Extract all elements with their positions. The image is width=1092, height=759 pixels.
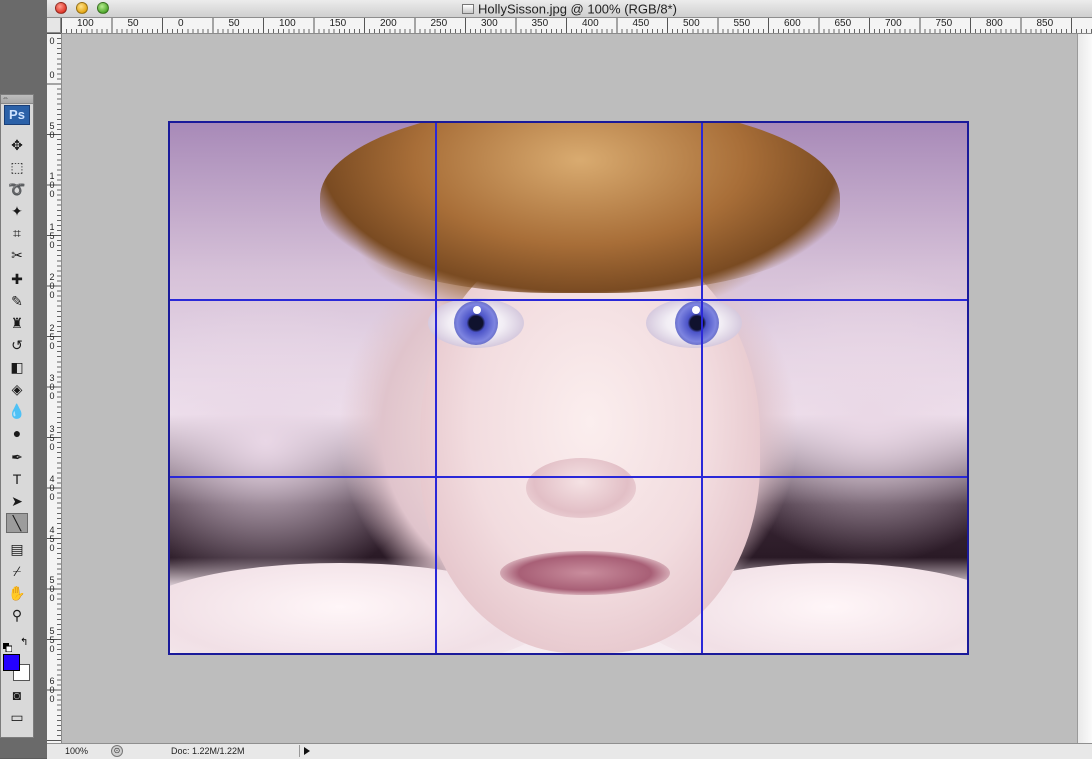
path-selection-tool-icon[interactable]: ➤ <box>6 491 28 511</box>
pen-tool-icon[interactable]: ✒ <box>6 447 28 467</box>
ruler-v-label: 150 <box>49 221 55 250</box>
ruler-h-label: 700 <box>885 18 902 29</box>
slice-tool-icon[interactable]: ✂ <box>6 245 28 265</box>
ruler-h-label: 150 <box>329 18 347 29</box>
screen-mode-tool-icon[interactable]: ▭ <box>6 707 28 727</box>
ruler-v-label: 450 <box>49 524 55 553</box>
ruler-v-label: 0 <box>49 36 55 46</box>
ruler-h-label: 250 <box>430 18 448 29</box>
lasso-tool-icon[interactable]: ➰ <box>6 179 28 199</box>
document-size-info: Doc: 1.22M/1.22M <box>171 746 245 756</box>
ruler-v-label: 0 <box>49 70 55 80</box>
canvas-area[interactable] <box>62 34 1077 743</box>
status-menu-arrow-icon[interactable] <box>299 745 312 757</box>
marquee-tool-icon[interactable]: ⬚ <box>6 157 28 177</box>
photoshop-logo[interactable]: Ps <box>4 105 30 125</box>
horizontal-ruler[interactable]: 100 50 0 50 100 150 200 250 300 350 400 450 500 550 60… <box>61 18 1092 34</box>
ruler-v-label: 400 <box>49 474 55 502</box>
document-icon <box>462 3 475 14</box>
ruler-h-label: 650 <box>834 18 852 29</box>
photo-hair <box>320 123 840 293</box>
ruler-v-label: 250 <box>49 322 55 351</box>
type-tool-icon[interactable]: T <box>6 469 28 489</box>
swap-colors-icon[interactable]: ↰ <box>20 637 28 648</box>
tools-panel: ⇔ Ps ↰ ✥ ⬚ ➰ ✦ ⌗ ✂ ✚ ✎ ♜ ↺ ◧ ◈ 💧 ● ✒ T ➤ ╲ ▤ ⌿ ✋ ⚲ ◙ ▭ <box>0 94 34 738</box>
ruler-h-label: 450 <box>632 18 650 29</box>
ruler-h-label: 800 <box>986 18 1003 29</box>
ruler-h-label: 100 <box>279 18 296 29</box>
ruler-h-label: 750 <box>935 18 953 29</box>
panel-grip[interactable]: ⇔ <box>1 95 33 104</box>
default-colors-icon[interactable] <box>3 639 13 653</box>
ruler-v-label: 100 <box>49 171 55 199</box>
title-bar[interactable]: HollySisson.jpg @ 100% (RGB/8*) <box>47 0 1092 18</box>
quick-mask-tool-icon[interactable]: ◙ <box>6 685 28 705</box>
vertical-ruler[interactable]: 0 0 50 100 150 200 250 300 350 400 450 500 550 600 <box>47 33 62 743</box>
thirds-line-horizontal-1[interactable] <box>170 299 967 301</box>
vertical-scrollbar[interactable] <box>1077 34 1092 743</box>
photo-lips <box>500 551 670 595</box>
photo-glint-left <box>473 306 481 314</box>
thirds-line-vertical-2[interactable] <box>701 123 703 653</box>
photo-nose <box>526 458 636 518</box>
status-options-icon[interactable]: ⊙ <box>111 745 123 757</box>
zoom-level-field[interactable]: 100% <box>65 745 105 757</box>
ruler-h-label: 550 <box>733 18 751 29</box>
foreground-color-swatch[interactable] <box>3 654 20 671</box>
paint-bucket-tool-icon[interactable]: ◈ <box>6 379 28 399</box>
line-tool-icon[interactable]: ╲ <box>6 513 28 533</box>
ruler-origin[interactable] <box>47 18 61 33</box>
photo-canvas[interactable] <box>168 121 969 655</box>
photo-glint-right <box>692 306 700 314</box>
ruler-h-label: 500 <box>683 18 700 29</box>
eyedropper-tool-icon[interactable]: ⌿ <box>6 561 28 581</box>
thirds-line-vertical-1[interactable] <box>435 123 437 653</box>
ruler-h-label: 400 <box>582 18 599 29</box>
ruler-h-label: 200 <box>380 18 397 29</box>
clone-stamp-tool-icon[interactable]: ♜ <box>6 313 28 333</box>
crop-tool-icon[interactable]: ⌗ <box>6 223 28 243</box>
ruler-v-label: 600 <box>49 676 55 704</box>
ruler-v-label: 350 <box>49 423 55 452</box>
ruler-h-label: 350 <box>531 18 549 29</box>
ruler-h-label: 50 <box>228 18 240 29</box>
notes-tool-icon[interactable]: ▤ <box>6 539 28 559</box>
healing-brush-tool-icon[interactable]: ✚ <box>6 269 28 289</box>
window-title-wrap: HollySisson.jpg @ 100% (RGB/8*) <box>47 0 1092 17</box>
ruler-h-label: 50 <box>127 18 139 29</box>
status-bar: 100% ⊙ Doc: 1.22M/1.22M <box>47 743 1092 759</box>
ruler-v-label: 300 <box>49 373 55 401</box>
ruler-h-label: 100 <box>77 18 94 29</box>
hand-tool-icon[interactable]: ✋ <box>6 583 28 603</box>
ruler-v-label: 500 <box>49 575 55 603</box>
thirds-line-horizontal-2[interactable] <box>170 476 967 478</box>
ruler-v-label: 200 <box>49 272 55 300</box>
magic-wand-tool-icon[interactable]: ✦ <box>6 201 28 221</box>
window-title: HollySisson.jpg @ 100% (RGB/8*) <box>478 1 677 17</box>
brush-tool-icon[interactable]: ✎ <box>6 291 28 311</box>
history-brush-tool-icon[interactable]: ↺ <box>6 335 28 355</box>
ruler-h-label: 850 <box>1036 18 1054 29</box>
ruler-v-label: 50 <box>49 120 55 140</box>
ruler-h-label: 600 <box>784 18 801 29</box>
eraser-tool-icon[interactable]: ◧ <box>6 357 28 377</box>
document-window: HollySisson.jpg @ 100% (RGB/8*) 100 50 0 50… <box>47 0 1092 759</box>
move-tool-icon[interactable]: ✥ <box>6 135 28 155</box>
ruler-h-label: 300 <box>481 18 498 29</box>
blur-tool-icon[interactable]: 💧 <box>6 401 28 421</box>
dodge-tool-icon[interactable]: ● <box>6 423 28 443</box>
zoom-tool-icon[interactable]: ⚲ <box>6 605 28 625</box>
ruler-h-label: 0 <box>178 18 184 29</box>
ruler-v-label: 550 <box>49 625 55 654</box>
